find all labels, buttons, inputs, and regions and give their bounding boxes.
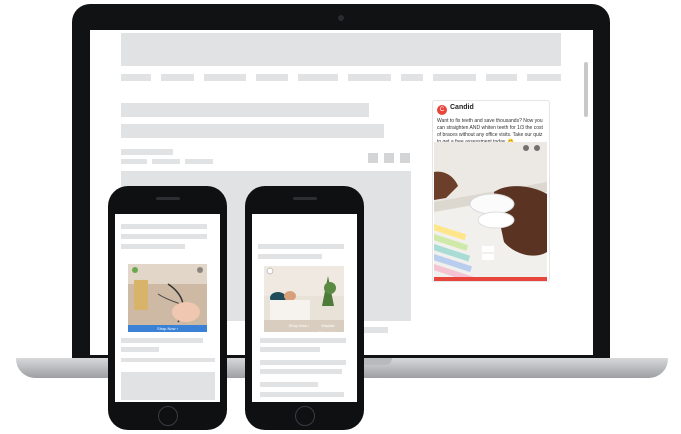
headline-placeholder [121, 124, 384, 138]
ad-accent-bar [434, 277, 547, 281]
byline-placeholder [152, 159, 180, 164]
nav-item[interactable] [161, 74, 194, 81]
nav-item[interactable] [121, 74, 151, 81]
home-button[interactable] [295, 406, 315, 426]
shop-now-button[interactable]: Shop Now › [128, 325, 207, 332]
nav-item[interactable] [256, 74, 288, 81]
text-line-placeholder [260, 382, 318, 387]
text-line-placeholder [260, 369, 342, 374]
nav-item[interactable] [348, 74, 391, 81]
text-line-placeholder [260, 347, 320, 352]
share-icon[interactable] [384, 153, 394, 163]
nav-item[interactable] [401, 74, 423, 81]
shop-now-button[interactable]: Shop Now › [286, 322, 312, 329]
text-line-placeholder [121, 224, 207, 229]
text-line-placeholder [121, 347, 159, 352]
nav-item[interactable] [433, 74, 476, 81]
nav-item[interactable] [527, 74, 561, 81]
text-line-placeholder [121, 338, 203, 343]
scrollbar[interactable] [584, 62, 588, 117]
share-icon[interactable] [368, 153, 378, 163]
text-line-placeholder [121, 244, 185, 249]
camera-icon [338, 15, 344, 21]
text-line-placeholder [258, 254, 322, 259]
text-line-placeholder [360, 327, 388, 333]
ad-media-image[interactable] [434, 142, 547, 277]
ad-card-left[interactable]: Shop Now › [128, 264, 207, 332]
brand-logo: C [437, 105, 447, 115]
ad-caption: Wayfair Collections [318, 323, 338, 332]
text-line-placeholder [258, 244, 344, 249]
phone-speaker [293, 197, 317, 200]
ad-card-right[interactable]: Shop Now › Wayfair Collections [264, 266, 344, 332]
header-banner-placeholder [121, 33, 561, 66]
nav-item[interactable] [298, 74, 338, 81]
phone-speaker [156, 197, 180, 200]
text-line-placeholder [121, 234, 207, 239]
byline-placeholder [121, 149, 173, 155]
byline-placeholder [185, 159, 213, 164]
share-icon[interactable] [400, 153, 410, 163]
brand-name[interactable]: Candid [450, 104, 474, 111]
text-line-placeholder [260, 392, 344, 397]
text-line-placeholder [121, 358, 215, 362]
headline-placeholder [121, 103, 369, 117]
image-placeholder [121, 372, 215, 400]
text-line-placeholder [260, 360, 346, 365]
aligner-photo [434, 142, 547, 277]
byline-placeholder [121, 159, 147, 164]
text-line-placeholder [260, 338, 346, 343]
nav-item[interactable] [204, 74, 246, 81]
ad-photo-left [128, 264, 207, 325]
nav-item[interactable] [486, 74, 517, 81]
home-button[interactable] [158, 406, 178, 426]
